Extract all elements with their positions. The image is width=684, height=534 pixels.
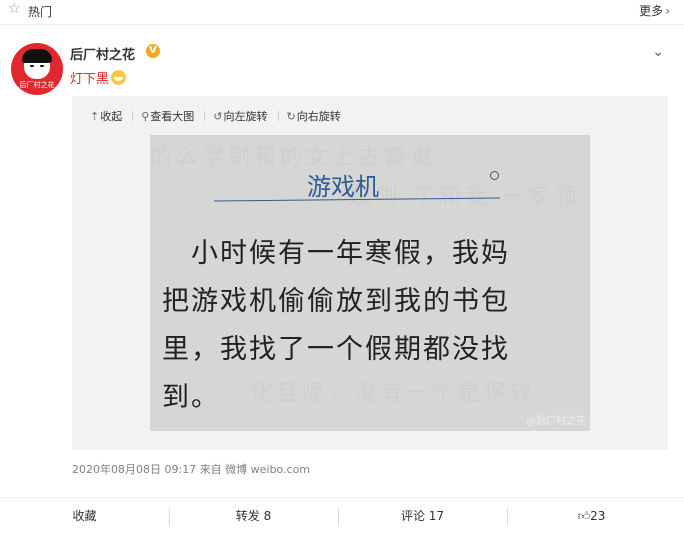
search-icon: ⚲ [141, 110, 150, 123]
avatar-eye [30, 65, 34, 67]
photo-text-line: 小时候有一年寒假，我妈 [162, 238, 510, 269]
feed-title: 热门 [28, 5, 53, 19]
post-meta: 2020年08月08日 09:17 来自 微博 weibo.com [72, 461, 310, 477]
post-photo[interactable]: 的么学制和的女上古雷说 起则 了和我 一家领 游戏机 小时候有一年寒假，我妈 把… [150, 135, 590, 431]
rotate-right-button[interactable]: ↻向右旋转 [287, 108, 341, 124]
avatar-eye [40, 65, 44, 67]
post-source: 来自 微博 weibo.com [199, 463, 311, 476]
favorite-button[interactable]: 收藏 [0, 498, 169, 534]
media-panel: ⇡收起 ⚲查看大图 ↺向左旋转 ↻向右旋转 的么学制和的女上古雷说 起则 了和我 一家… [72, 96, 668, 450]
avatar-hair [22, 49, 52, 63]
photo-text-line: 把游戏机偷偷放到我的书包 [162, 286, 510, 317]
action-bar: 收藏 转发 8 评论 17 👍︎23 [0, 497, 684, 534]
collapse-button[interactable]: ⇡收起 [90, 108, 122, 124]
feed-header: ☆ 热门 更多 › [0, 0, 684, 20]
verified-icon: V [146, 44, 160, 58]
like-button[interactable]: 👍︎23 [507, 498, 676, 534]
post-text: 灯下黑 [70, 68, 127, 87]
media-toolbar: ⇡收起 ⚲查看大图 ↺向左旋转 ↻向右旋转 [90, 108, 351, 124]
photo-watermark: @后厂村之花 [526, 416, 586, 427]
collapse-label: 收起 [100, 110, 123, 123]
photo-bleed-text: 化且呢，没有一个是保较 [250, 381, 537, 406]
more-label: 更多 [639, 4, 664, 18]
repost-button[interactable]: 转发 8 [169, 498, 338, 534]
laugh-cry-emoji-icon [111, 70, 127, 85]
collapse-icon: ⇡ [90, 110, 100, 123]
photo-title-loop [490, 171, 499, 180]
author-name[interactable]: 后厂村之花 [70, 44, 135, 63]
avatar-caption: 后厂村之花 [19, 81, 55, 89]
photo-bleed-text: 的么学制和的女上古雷说 [150, 145, 437, 170]
post-text-content: 灯下黑 [70, 72, 110, 87]
divider [0, 24, 684, 25]
toolbar-divider [204, 111, 206, 121]
rotate-left-button[interactable]: ↺向左旋转 [213, 108, 267, 124]
photo-bleed-text: 起则 了和我 一家领 [350, 185, 580, 210]
thumbs-up-icon: 👍︎ [577, 509, 591, 523]
comment-label: 评论 17 [400, 509, 445, 523]
photo-text-line: 里，我找了一个假期都没找 [162, 334, 510, 365]
more-link[interactable]: 更多 › [639, 2, 670, 19]
chevron-down-icon[interactable]: ⌄ [652, 44, 664, 60]
toolbar-divider [132, 111, 134, 121]
rotate-right-icon: ↻ [286, 110, 296, 123]
like-count: 23 [590, 509, 606, 523]
post-timestamp[interactable]: 2020年08月08日 09:17 [72, 463, 196, 476]
comment-button[interactable]: 评论 17 [338, 498, 507, 534]
chevron-right-icon: › [665, 4, 670, 18]
rotate-left-label: 向左旋转 [223, 110, 268, 123]
rotate-left-icon: ↺ [213, 110, 223, 123]
favorite-label: 收藏 [72, 509, 97, 523]
view-large-label: 查看大图 [150, 110, 195, 123]
rotate-right-label: 向右旋转 [296, 110, 341, 123]
star-icon: ☆ [8, 1, 21, 17]
toolbar-divider [277, 111, 279, 121]
view-large-button[interactable]: ⚲查看大图 [141, 108, 194, 124]
photo-title: 游戏机 [307, 173, 379, 201]
repost-label: 转发 8 [235, 509, 272, 523]
avatar[interactable]: 后厂村之花 [11, 43, 63, 95]
